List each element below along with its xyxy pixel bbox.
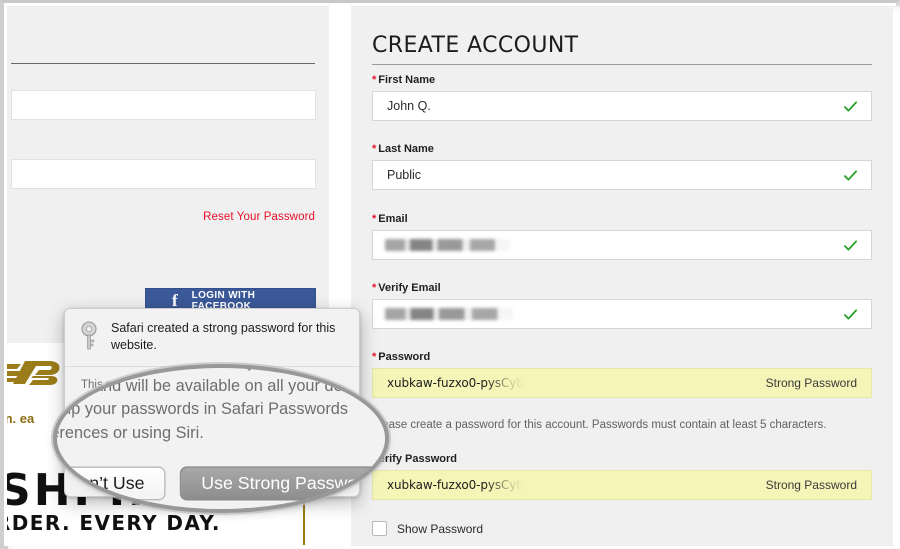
promo-tagline: in. ea — [7, 411, 35, 426]
required-asterisk: * — [372, 282, 377, 294]
first-name-label: * First Name — [372, 74, 435, 86]
show-password-row[interactable]: Show Password — [372, 521, 483, 536]
sign-in-divider — [11, 63, 315, 64]
email-value-redacted — [385, 239, 510, 251]
required-asterisk: * — [372, 351, 377, 363]
safari-strong-password-popover: Safari created a strong password for thi… — [64, 308, 360, 497]
show-password-label: Show Password — [397, 521, 484, 536]
password-hint: Please create a password for this accoun… — [372, 419, 827, 431]
last-name-label: * Last Name — [372, 143, 434, 155]
verify-password-input[interactable]: xubkaw-fuzxo0-pysCyb Strong Password — [372, 470, 872, 500]
password-strength-badge: Strong Password — [765, 376, 857, 390]
email-label: * Email — [372, 213, 408, 225]
popover-body: This password will be saved in your iClo… — [81, 379, 337, 442]
verify-email-input[interactable] — [372, 299, 872, 329]
popover-header: Safari created a strong password for thi… — [65, 309, 359, 367]
title-divider — [372, 64, 872, 65]
first-name-label-text: First Name — [378, 74, 436, 86]
new-balance-nb-logo — [7, 361, 60, 385]
reset-password-link[interactable]: Reset Your Password — [203, 211, 315, 223]
sign-in-password-input[interactable] — [11, 159, 316, 189]
browser-window: Reset Your Password f LOGIN WITH FACEBOO… — [0, 0, 900, 549]
right-column-background — [351, 6, 893, 546]
password-value: xubkaw-fuzxo0-pysCyb — [387, 376, 524, 390]
popover-actions: Don’t Use Use Strong Password — [65, 444, 359, 496]
popover-heading: Safari created a strong password for thi… — [111, 321, 336, 352]
last-name-value: Public — [387, 168, 422, 182]
password-input[interactable]: xubkaw-fuzxo0-pysCyb Strong Password — [372, 368, 872, 398]
first-name-input[interactable]: John Q. — [372, 91, 872, 121]
verify-email-label-text: Verify Email — [378, 282, 441, 294]
password-label-text: Password — [378, 351, 431, 363]
green-check-icon — [843, 239, 858, 251]
green-check-icon — [843, 308, 858, 320]
verify-password-label: Verify Password — [372, 453, 457, 465]
page-title: CREATE ACCOUNT — [372, 33, 579, 58]
last-name-input[interactable]: Public — [372, 160, 872, 190]
verify-email-value-redacted — [385, 308, 513, 320]
verify-password-label-text: Verify Password — [372, 453, 457, 465]
verify-password-strength-badge: Strong Password — [765, 478, 857, 492]
show-password-checkbox[interactable] — [372, 521, 387, 536]
use-strong-password-button[interactable]: Use Strong Password — [192, 457, 343, 482]
green-check-icon — [843, 100, 858, 112]
required-asterisk: * — [372, 213, 377, 225]
facebook-f-icon: f — [172, 291, 178, 310]
verify-email-label: * Verify Email — [372, 282, 441, 294]
last-name-label-text: Last Name — [378, 143, 434, 155]
promo-subline: RDER. EVERY DAY. — [7, 511, 221, 535]
first-name-value: John Q. — [387, 99, 431, 113]
required-asterisk: * — [372, 143, 377, 155]
required-asterisk: * — [372, 74, 377, 86]
email-input[interactable] — [372, 230, 872, 260]
dont-use-button[interactable]: Don’t Use — [97, 457, 183, 482]
email-label-text: Email — [378, 213, 408, 225]
key-icon — [81, 321, 97, 350]
sign-in-email-input[interactable] — [11, 90, 316, 120]
green-check-icon — [843, 169, 858, 181]
password-label: * Password — [372, 351, 430, 363]
verify-password-value: xubkaw-fuzxo0-pysCyb — [387, 478, 524, 492]
